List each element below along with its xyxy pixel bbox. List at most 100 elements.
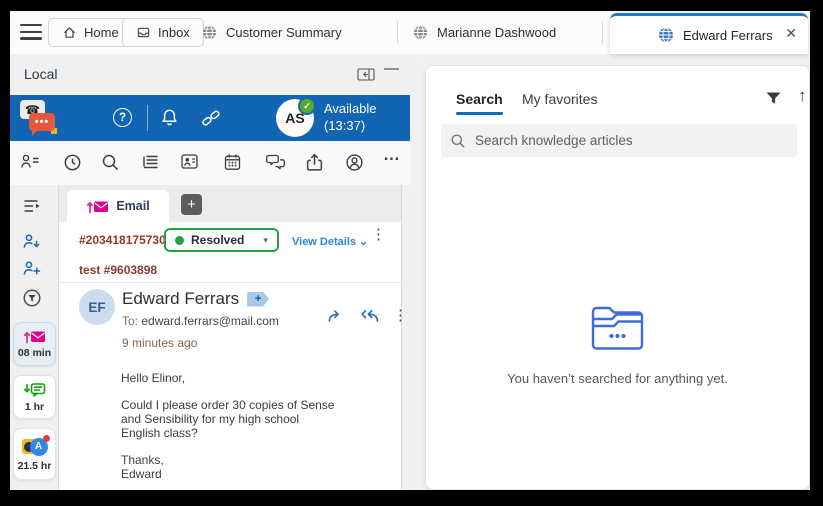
agent-list-icon[interactable] bbox=[20, 153, 40, 173]
contact-card-icon[interactable] bbox=[180, 153, 200, 173]
share-icon[interactable] bbox=[305, 153, 325, 173]
channel-app-icons: A bbox=[22, 437, 48, 457]
dock-panel-icon[interactable] bbox=[357, 68, 375, 81]
session-timer: 1 hr bbox=[25, 401, 44, 413]
kb-empty-state: You haven’t searched for anything yet. bbox=[426, 304, 809, 386]
notifications-bell-icon[interactable] bbox=[160, 108, 179, 127]
knowledge-search-panel: Search My favorites ↑ You haven’t search… bbox=[425, 65, 810, 490]
home-icon bbox=[62, 25, 77, 40]
tab-favorites-label: My favorites bbox=[522, 91, 597, 107]
forward-icon[interactable] bbox=[327, 309, 346, 323]
email-up-icon bbox=[23, 329, 46, 344]
globe-icon bbox=[202, 25, 217, 40]
inbox-button[interactable]: Inbox bbox=[122, 18, 204, 47]
queue-icon[interactable] bbox=[142, 153, 162, 173]
tab-customer-summary[interactable]: Customer Summary bbox=[202, 11, 342, 54]
filter-funnel-icon[interactable] bbox=[765, 91, 782, 106]
history-icon[interactable] bbox=[63, 153, 83, 173]
globe-icon bbox=[658, 27, 674, 43]
reply-all-icon[interactable] bbox=[359, 309, 380, 323]
inbox-icon bbox=[136, 25, 151, 40]
home-button[interactable]: Home bbox=[48, 18, 133, 47]
tab-search-label: Search bbox=[456, 91, 503, 107]
subject-row: test #9603898 bbox=[59, 260, 401, 283]
inbox-label: Inbox bbox=[158, 25, 190, 40]
filter-circle-icon[interactable] bbox=[22, 288, 42, 308]
sender-avatar: EF bbox=[79, 289, 115, 325]
to-label: To: bbox=[122, 314, 138, 328]
channel-header-bar: ☎ ••• ? AS ✓ Available (13:37) bbox=[10, 95, 410, 141]
expand-sessions-icon[interactable] bbox=[22, 198, 42, 218]
globe-icon bbox=[413, 25, 428, 40]
local-header-row: Local — bbox=[10, 54, 410, 95]
more-vertical-icon[interactable]: ⋮ bbox=[393, 311, 408, 321]
session-toolbar: … bbox=[10, 141, 410, 185]
add-contact-tag-icon[interactable]: + bbox=[247, 292, 269, 307]
conversation-panel: Email + #203418175730 | Resolved ▾ View … bbox=[58, 185, 402, 490]
status-dot-icon bbox=[175, 236, 184, 245]
body-line: Could I please order 30 copies of Sense bbox=[121, 398, 334, 412]
add-agent-icon[interactable] bbox=[22, 260, 42, 280]
body-line: Hello Elinor, bbox=[121, 371, 334, 385]
body-line: and Sensibility for my high school bbox=[121, 412, 334, 426]
chat-icon[interactable] bbox=[265, 153, 285, 173]
close-tab-icon[interactable]: ✕ bbox=[785, 25, 797, 42]
appstore-icon: A bbox=[30, 438, 48, 456]
tab-my-favorites[interactable]: My favorites bbox=[522, 91, 597, 107]
to-address: edward.ferrars@mail.com bbox=[141, 314, 279, 328]
empty-state-message: You haven’t searched for anything yet. bbox=[426, 371, 809, 386]
tab-marianne-dashwood[interactable]: Marianne Dashwood bbox=[413, 11, 556, 54]
kb-search-input[interactable] bbox=[473, 132, 788, 149]
tab-divider bbox=[397, 21, 398, 44]
divider bbox=[147, 105, 148, 131]
view-details-link[interactable]: View Details ⌄ bbox=[292, 235, 368, 248]
session-strip: 08 min 1 hr A 21.5 hr bbox=[10, 185, 58, 490]
tab-edward-ferrars-active[interactable]: Edward Ferrars ✕ bbox=[610, 13, 808, 54]
presence-label: Available bbox=[324, 101, 377, 118]
body-line: English class? bbox=[121, 426, 334, 440]
folder-icon bbox=[590, 304, 646, 352]
tab-label: Edward Ferrars bbox=[683, 28, 773, 43]
body-line: Edward bbox=[121, 467, 334, 481]
link-icon[interactable] bbox=[200, 107, 222, 129]
more-vertical-icon[interactable]: ⋮ bbox=[371, 230, 386, 240]
email-timestamp: 9 minutes ago bbox=[122, 336, 197, 350]
home-label: Home bbox=[84, 25, 119, 40]
presence-time: (13:37) bbox=[324, 118, 377, 135]
search-icon[interactable] bbox=[101, 153, 121, 173]
available-check-icon: ✓ bbox=[298, 97, 316, 115]
sender-name: Edward Ferrars bbox=[122, 289, 239, 309]
person-circle-icon[interactable] bbox=[345, 153, 365, 173]
agent-avatar[interactable]: AS ✓ bbox=[276, 99, 314, 137]
sort-arrow-icon[interactable]: ↑ bbox=[798, 86, 807, 106]
hamburger-menu-icon[interactable] bbox=[20, 24, 42, 40]
omnichannel-phone-logo-icon: ☎ ••• bbox=[18, 99, 60, 137]
sms-down-icon bbox=[23, 382, 46, 398]
session-card-email[interactable]: 08 min bbox=[13, 322, 56, 366]
top-tab-bar: Home Inbox Customer Summary Marianne Das… bbox=[10, 11, 810, 54]
left-panel: Local — ☎ ••• ? AS ✓ bbox=[10, 54, 410, 490]
body-line: Thanks, bbox=[121, 453, 334, 467]
calendar-icon[interactable] bbox=[223, 153, 243, 173]
to-line: To: edward.ferrars@mail.com bbox=[122, 314, 279, 328]
email-up-icon bbox=[86, 199, 109, 214]
session-timer: 08 min bbox=[18, 347, 51, 359]
more-horizontal-icon[interactable]: … bbox=[383, 145, 401, 165]
email-tab-label: Email bbox=[116, 199, 149, 213]
session-card-sms[interactable]: 1 hr bbox=[13, 375, 56, 419]
session-card-apps[interactable]: A 21.5 hr bbox=[13, 428, 56, 480]
tab-search[interactable]: Search bbox=[456, 91, 503, 107]
conversation-tab-row: Email + bbox=[59, 185, 401, 222]
transfer-agent-icon[interactable] bbox=[22, 233, 42, 253]
help-icon[interactable]: ? bbox=[113, 108, 132, 127]
tab-divider bbox=[602, 21, 603, 44]
new-tab-plus-button[interactable]: + bbox=[181, 194, 202, 215]
panel-title: Local bbox=[24, 66, 57, 82]
status-dropdown[interactable]: Resolved ▾ bbox=[164, 228, 279, 252]
kb-search-box[interactable] bbox=[441, 124, 797, 157]
presence-status[interactable]: Available (13:37) bbox=[324, 101, 377, 134]
session-timer: 21.5 hr bbox=[18, 460, 52, 472]
minimize-icon[interactable]: — bbox=[384, 60, 399, 77]
case-number: #203418175730 | bbox=[79, 233, 172, 247]
email-tab[interactable]: Email bbox=[67, 190, 169, 222]
